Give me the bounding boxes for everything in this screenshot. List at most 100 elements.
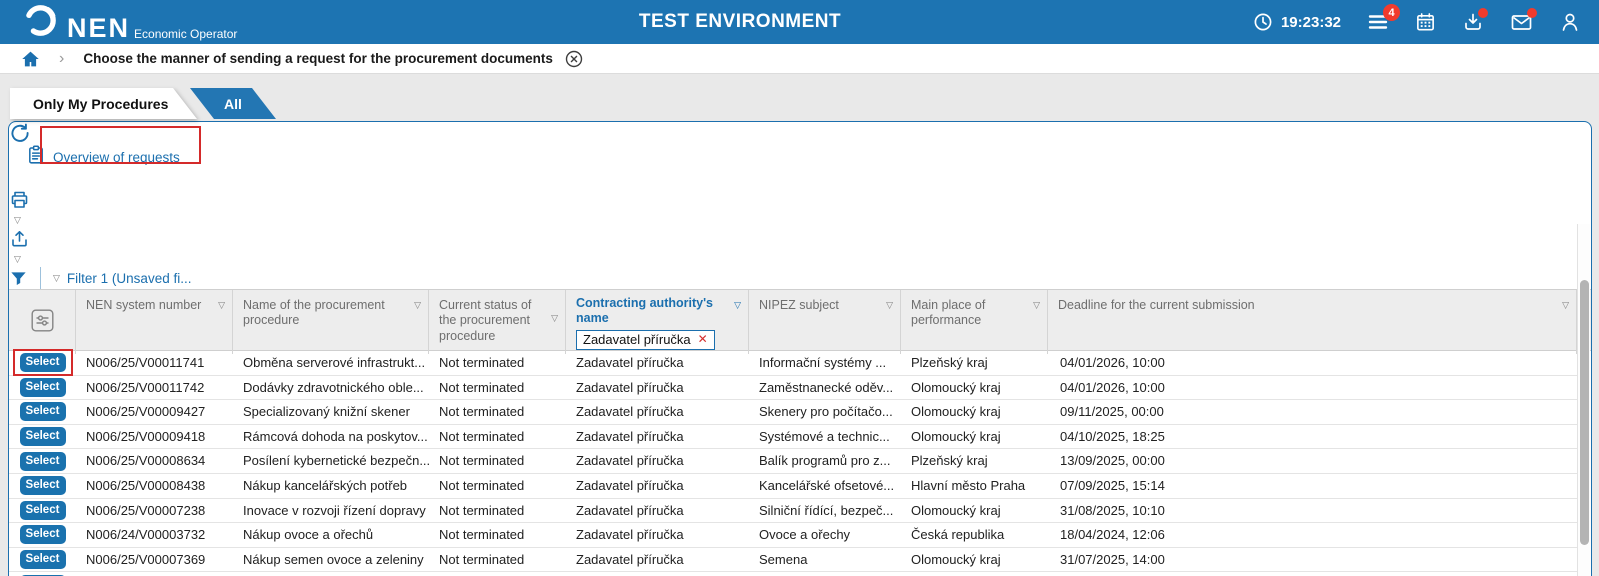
brand-name: NEN xyxy=(67,15,130,42)
column-header-nipez-subject[interactable]: NIPEZ subject ▽ xyxy=(749,290,901,354)
select-button[interactable]: Select xyxy=(20,476,66,495)
content-panel: Overview of requests ▽ ▽ ▽ Filter 1 (U xyxy=(8,121,1592,576)
remove-filter-icon[interactable]: ✕ xyxy=(698,332,708,347)
column-title: Contracting authority's name xyxy=(576,296,728,327)
cell-nipez-subject: Balík programů pro z... xyxy=(749,449,901,473)
cell-main-place: Olomoucký kraj xyxy=(901,499,1048,523)
select-button[interactable]: Select xyxy=(20,402,66,421)
table-row: Select N006/25/V00011741 Obměna serverov… xyxy=(9,351,1577,376)
column-header-procedure-name[interactable]: Name of the procurement procedure ▽ xyxy=(233,290,429,354)
breadcrumb: › Choose the manner of sending a request… xyxy=(0,44,1599,74)
top-bar: NEN Economic Operator TEST ENVIRONMENT 1… xyxy=(0,0,1599,44)
column-header-deadline[interactable]: Deadline for the current submission ▽ xyxy=(1048,290,1577,354)
download-icon[interactable] xyxy=(1462,11,1484,33)
table-row: Select N006/25/V00008634 Posílení kybern… xyxy=(9,449,1577,474)
cell-current-status: Not terminated xyxy=(429,400,566,424)
cell-deadline: 07/09/2025, 15:14 xyxy=(1048,474,1577,498)
cell-procedure-name: Specializovaný knižní skener xyxy=(233,400,429,424)
cell-procedure-name: Inovace v rozvoji řízení dopravy xyxy=(233,499,429,523)
cell-nipez-subject: Silniční řídící, bezpeč... xyxy=(749,499,901,523)
filter-funnel-icon[interactable] xyxy=(9,269,28,288)
column-filter-icon[interactable]: ▽ xyxy=(734,301,741,310)
column-header-nen-number[interactable]: NEN system number ▽ xyxy=(76,290,233,354)
cell-procedure-name: Nákup ovoce a ořechů xyxy=(233,523,429,547)
column-filter-icon[interactable]: ▽ xyxy=(218,301,225,310)
column-title: Current status of the procurement proced… xyxy=(439,298,531,343)
tab-all[interactable]: All xyxy=(190,88,276,119)
export-icon[interactable] xyxy=(9,228,1591,249)
cell-deadline: 31/08/2025, 10:10 xyxy=(1048,499,1577,523)
cell-nen-system-number: N006/25/V00008438 xyxy=(76,474,233,498)
cell-procedure-name: Posílení kybernetické bezpečn... xyxy=(233,449,429,473)
cell-current-status: Not terminated xyxy=(429,449,566,473)
cell-current-status: Not terminated xyxy=(429,376,566,400)
cell-nen-system-number: N006/25/V00007367 xyxy=(76,572,233,576)
column-filter-icon[interactable]: ▽ xyxy=(551,314,558,323)
column-filter-icon[interactable]: ▽ xyxy=(886,301,893,310)
cell-contracting-authority: Zadavatel příručka xyxy=(566,572,749,576)
select-button[interactable]: Select xyxy=(20,427,66,446)
menu-icon[interactable]: 4 xyxy=(1367,12,1389,32)
cell-deadline: 04/10/2025, 18:25 xyxy=(1048,425,1577,449)
menu-badge: 4 xyxy=(1383,4,1400,21)
scrollbar-thumb[interactable] xyxy=(1580,280,1589,545)
vertical-scrollbar[interactable] xyxy=(1577,224,1590,576)
mail-icon[interactable] xyxy=(1510,11,1533,33)
filter-chip-label: Zadavatel příručka xyxy=(583,332,691,348)
mail-notification-dot xyxy=(1527,8,1537,18)
column-title: NIPEZ subject xyxy=(759,298,839,312)
column-filter-icon[interactable]: ▽ xyxy=(1033,301,1040,310)
cell-nipez-subject: Kancelářské ofsetové... xyxy=(749,474,901,498)
select-button[interactable]: Select xyxy=(20,550,66,569)
column-title: Main place of performance xyxy=(911,298,985,327)
column-header-current-status[interactable]: Current status of the procurement proced… xyxy=(429,290,566,354)
column-header-contracting-authority[interactable]: Contracting authority's name ▽ Zadavatel… xyxy=(566,290,749,354)
clipboard-icon xyxy=(26,144,46,171)
calendar-icon[interactable] xyxy=(1415,11,1436,33)
print-icon[interactable] xyxy=(9,189,1591,210)
user-icon[interactable] xyxy=(1559,11,1581,33)
home-icon[interactable] xyxy=(21,50,40,68)
cell-nipez-subject: Systémové a technic... xyxy=(749,425,901,449)
column-filter-icon[interactable]: ▽ xyxy=(414,301,421,310)
column-settings-cell[interactable] xyxy=(9,290,76,354)
table-row: Select N006/24/V00003732 Nákup ovoce a o… xyxy=(9,523,1577,548)
overview-of-requests-label: Overview of requests xyxy=(53,150,180,165)
export-dropdown-icon[interactable]: ▽ xyxy=(14,254,21,264)
refresh-icon[interactable] xyxy=(9,122,1591,144)
select-button[interactable]: Select xyxy=(20,353,66,372)
cell-main-place: Olomoucký kraj xyxy=(901,572,1048,576)
cell-procedure-name: Nákup kancelářských potřeb xyxy=(233,474,429,498)
tab-only-my-procedures[interactable]: Only My Procedures xyxy=(10,88,197,119)
cell-deadline: 31/07/2025, 14:00 xyxy=(1048,548,1577,572)
column-header-main-place[interactable]: Main place of performance ▽ xyxy=(901,290,1048,354)
column-title: NEN system number xyxy=(86,298,201,312)
table-row: Select N006/25/V00009418 Rámcová dohoda … xyxy=(9,425,1577,450)
close-page-icon[interactable] xyxy=(565,50,583,68)
app-logo[interactable]: NEN Economic Operator xyxy=(22,2,237,42)
select-button[interactable]: Select xyxy=(20,525,66,544)
cell-current-status: Not terminated xyxy=(429,499,566,523)
cell-deadline: 31/07/2025, 12:10 xyxy=(1048,572,1577,576)
select-button[interactable]: Select xyxy=(20,501,66,520)
cell-nipez-subject: Semena xyxy=(749,572,901,576)
select-button[interactable]: Select xyxy=(20,452,66,471)
overview-of-requests-button[interactable]: Overview of requests xyxy=(26,144,1591,171)
cell-deadline: 18/04/2024, 12:06 xyxy=(1048,523,1577,547)
cell-contracting-authority: Zadavatel příručka xyxy=(566,376,749,400)
print-dropdown-icon[interactable]: ▽ xyxy=(14,215,21,225)
filter-dropdown-icon[interactable]: ▽ xyxy=(53,274,60,283)
cell-main-place: Olomoucký kraj xyxy=(901,376,1048,400)
select-button[interactable]: Select xyxy=(20,378,66,397)
table-header-row: NEN system number ▽ Name of the procurem… xyxy=(9,289,1591,351)
cell-contracting-authority: Zadavatel příručka xyxy=(566,523,749,547)
cell-nen-system-number: N006/25/V00007369 xyxy=(76,548,233,572)
cell-nen-system-number: N006/24/V00003732 xyxy=(76,523,233,547)
table-body: Select N006/25/V00011741 Obměna serverov… xyxy=(9,351,1591,576)
table-row: Select N006/25/V00011742 Dodávky zdravot… xyxy=(9,376,1577,401)
cell-deadline: 13/09/2025, 00:00 xyxy=(1048,449,1577,473)
column-filter-icon[interactable]: ▽ xyxy=(1562,301,1569,310)
cell-nen-system-number: N006/25/V00009418 xyxy=(76,425,233,449)
filter-status-label[interactable]: Filter 1 (Unsaved fi... xyxy=(67,271,192,286)
page-title: Choose the manner of sending a request f… xyxy=(83,51,553,66)
